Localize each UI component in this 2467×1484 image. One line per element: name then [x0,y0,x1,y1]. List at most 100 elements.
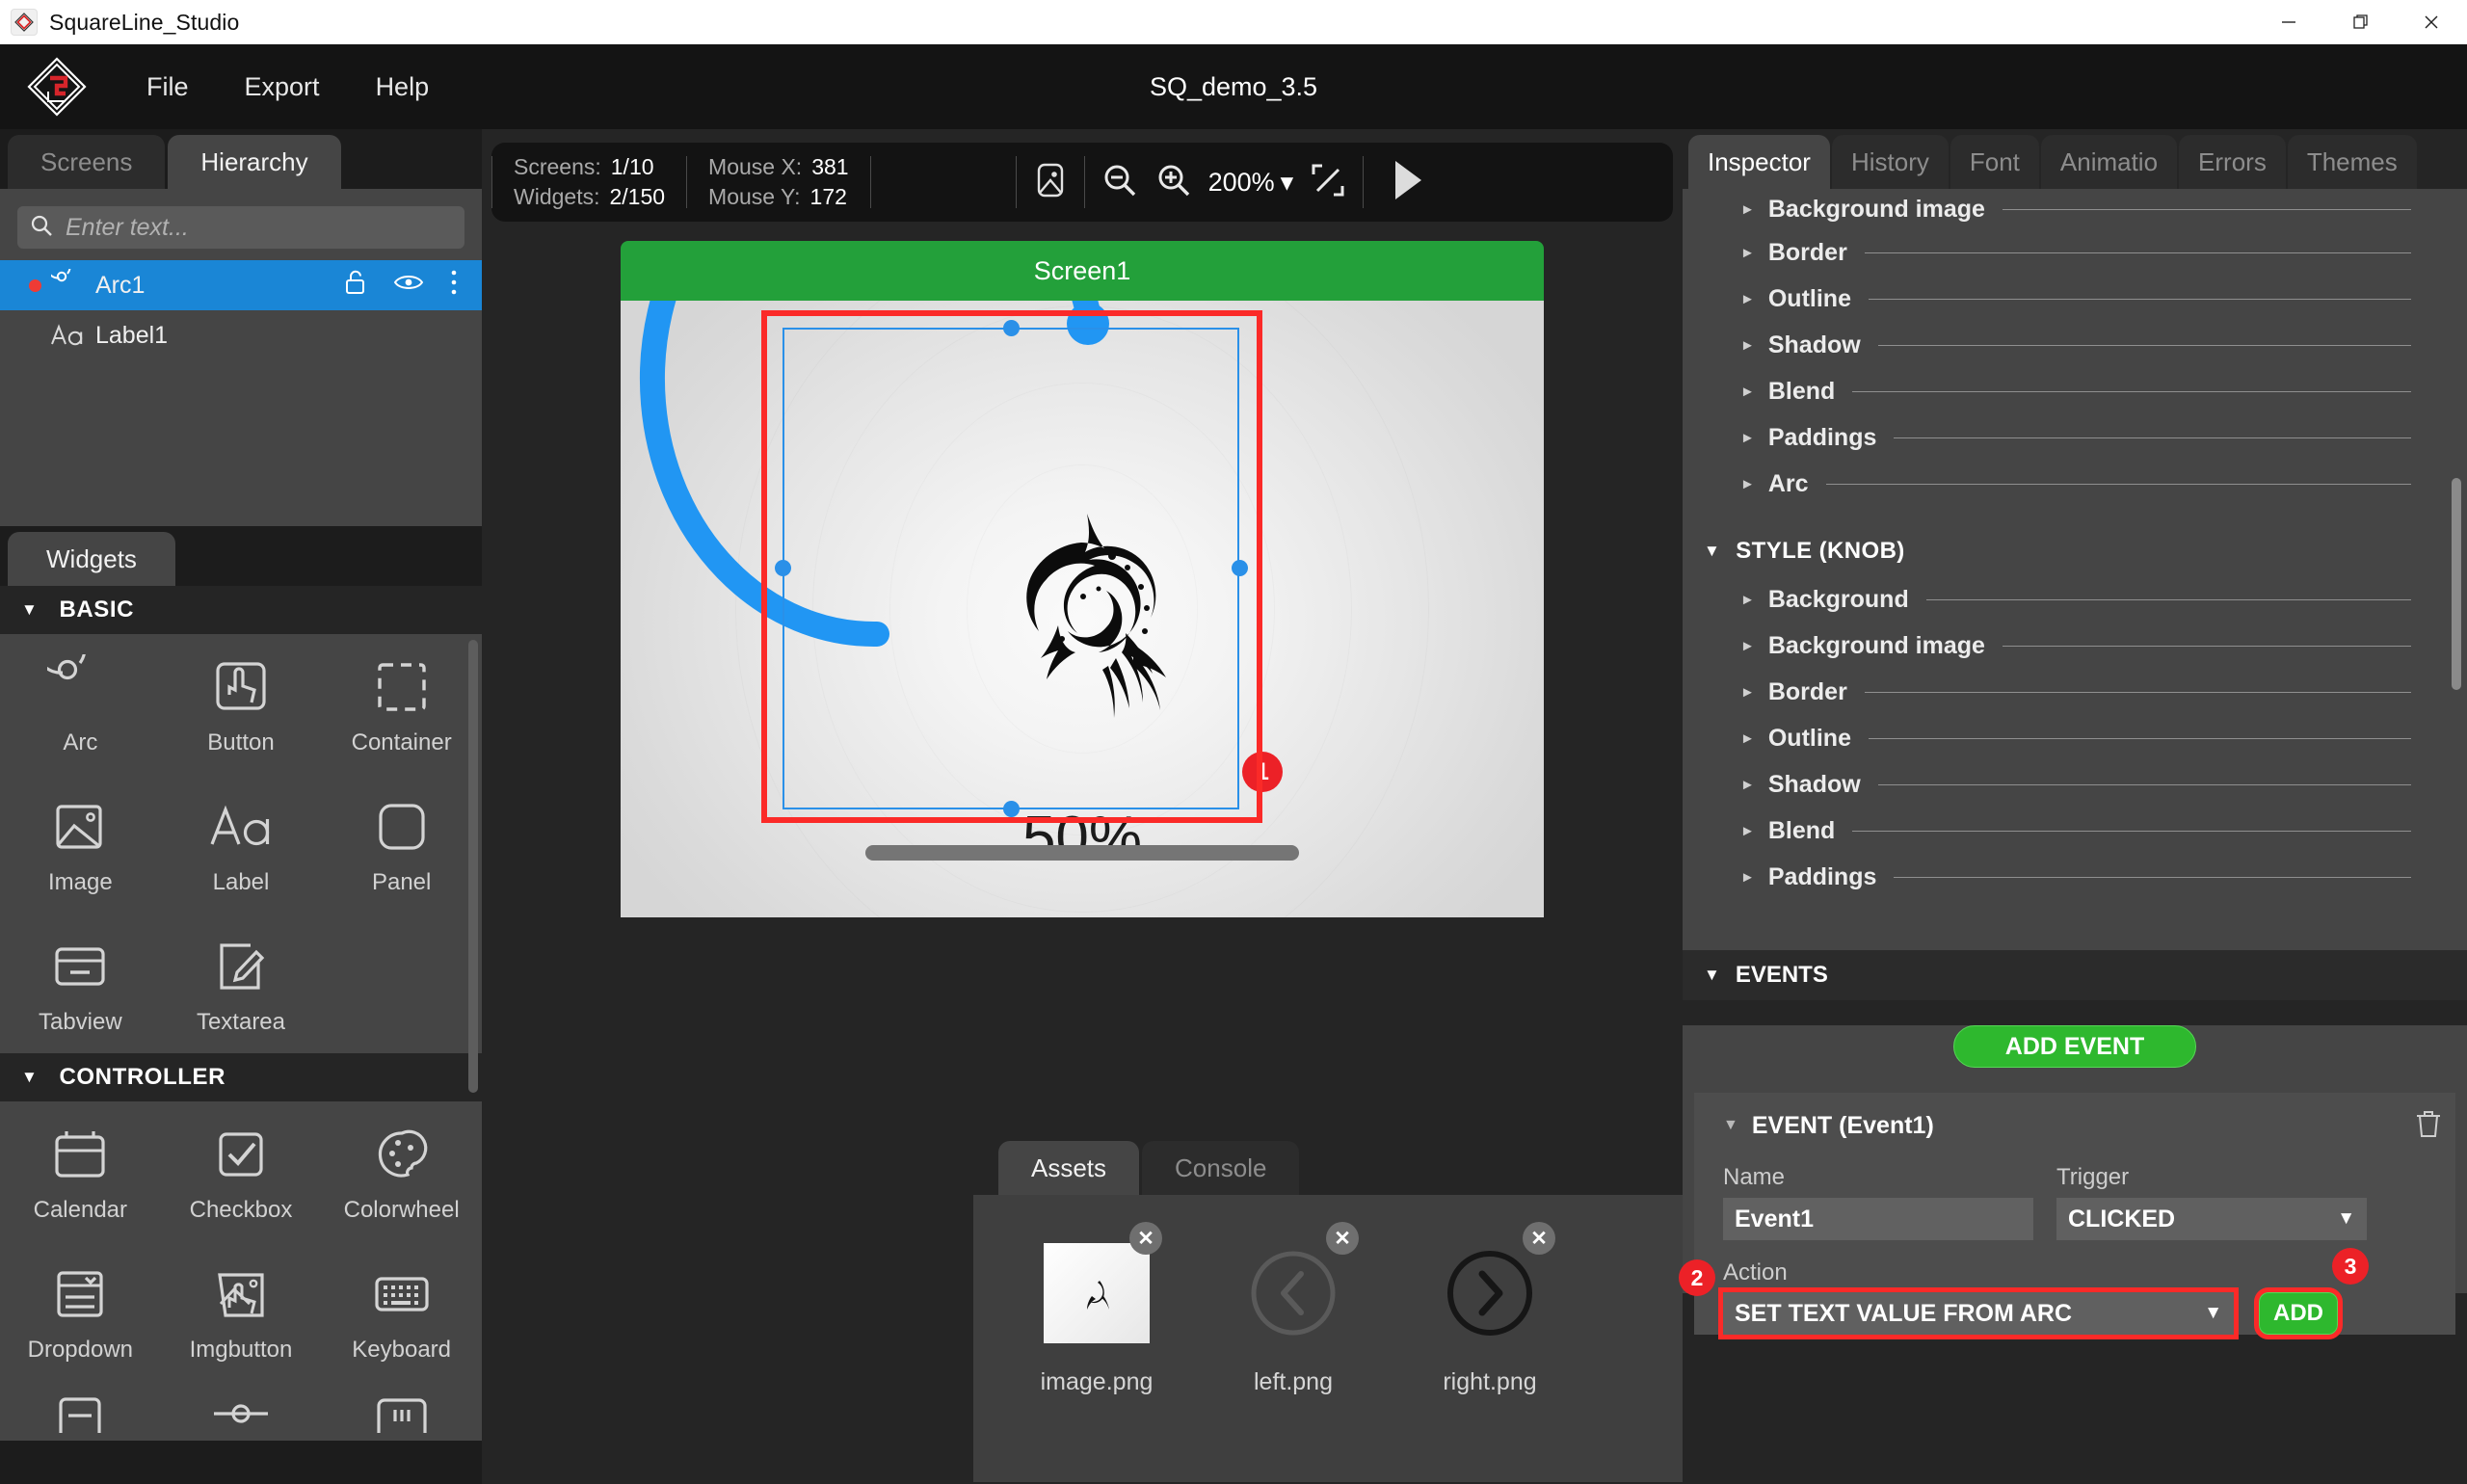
tab-errors[interactable]: Errors [2179,135,2286,189]
knob-property-outline[interactable]: ► Outline [1683,715,2467,761]
widget-button[interactable]: Button [161,634,322,774]
event-card-title: EVENT (Event1) [1751,1111,1934,1139]
chevron-right-icon: ► [1740,822,1755,839]
chevron-right-icon: ► [1740,637,1755,654]
widgets-scrollbar[interactable] [468,640,478,1093]
label-aa-icon [49,323,86,348]
tab-history[interactable]: History [1831,135,1949,189]
widget-imgbutton[interactable]: Imgbutton [161,1241,322,1381]
fit-to-screen-icon[interactable] [1309,161,1347,204]
knob-property-paddings[interactable]: ► Paddings [1683,854,2467,900]
widgets-section-controller[interactable]: ▼ CONTROLLER [0,1053,482,1101]
widgets-tabstrip: Widgets [0,526,482,586]
tree-item-actions [343,269,459,303]
add-event-button[interactable]: ADD EVENT [1953,1025,2196,1068]
tab-screens[interactable]: Screens [8,135,166,189]
tab-animation[interactable]: Animatio [2040,135,2178,189]
knob-property-shadow[interactable]: ► Shadow [1683,761,2467,808]
asset-item[interactable]: ✕ image.png [1016,1218,1178,1396]
tabview-widget-icon [47,931,113,1002]
image-preview-icon[interactable] [1032,160,1069,205]
search-input[interactable]: Enter text... [17,206,464,249]
restore-button[interactable] [2324,0,2396,44]
eye-icon[interactable] [393,272,424,300]
more-vertical-icon[interactable] [449,269,459,303]
tab-themes[interactable]: Themes [2287,135,2417,189]
tab-widgets[interactable]: Widgets [8,532,175,586]
tree-item-arc1[interactable]: Arc1 [0,260,482,310]
close-icon[interactable]: ✕ [1326,1222,1359,1255]
property-blend[interactable]: ► Blend [1683,368,2467,414]
hierarchy-tabstrip: Screens Hierarchy [0,129,482,189]
zoom-out-icon[interactable] [1101,161,1139,204]
chevron-right-icon: ► [1740,591,1755,608]
asset-item[interactable]: ✕ left.png [1212,1218,1374,1396]
section-style-knob[interactable]: ▼ STYLE (KNOB) [1683,526,2467,576]
knob-property-blend[interactable]: ► Blend [1683,808,2467,854]
widget-colorwheel[interactable]: Colorwheel [321,1101,482,1241]
event-action-select[interactable]: SET TEXT VALUE FROM ARC ▼ [1718,1287,2239,1339]
knob-property-background-image[interactable]: ► Background image [1683,623,2467,669]
widget-panel[interactable]: Panel [321,774,482,914]
event-trigger-select[interactable]: CLICKED ▼ [2056,1198,2367,1240]
tab-hierarchy[interactable]: Hierarchy [168,135,341,189]
tab-font[interactable]: Font [1950,135,2039,189]
unlock-icon[interactable] [343,269,368,303]
right-panel: Inspector History Font Animatio Errors T… [1679,129,2467,1484]
play-icon[interactable] [1364,155,1446,210]
mouse-x-value: 381 [811,154,849,179]
add-action-button[interactable]: ADD [2254,1287,2343,1339]
widget-keyboard[interactable]: Keyboard [321,1241,482,1381]
widget-dropdown[interactable]: Dropdown [0,1241,161,1381]
property-outline[interactable]: ► Outline [1683,276,2467,322]
close-icon[interactable]: ✕ [1129,1222,1162,1255]
widget-image[interactable]: Image [0,774,161,914]
zoom-level-selector[interactable]: 200% ▾ [1208,168,1294,198]
property-paddings[interactable]: ► Paddings [1683,414,2467,461]
chevron-down-icon: ▼ [1723,1117,1738,1133]
event-card-header[interactable]: ▼ EVENT (Event1) [1694,1104,2455,1147]
property-shadow[interactable]: ► Shadow [1683,322,2467,368]
knob-property-background[interactable]: ► Background [1683,576,2467,623]
widget-arc[interactable]: Arc [0,634,161,774]
widget-calendar[interactable]: Calendar [0,1101,161,1241]
widget-label[interactable]: Label [161,774,322,914]
section-events[interactable]: ▼ EVENTS [1683,950,2467,1000]
widget-label: Calendar [33,1197,128,1223]
property-border[interactable]: ► Border [1683,229,2467,276]
close-button[interactable] [2396,0,2467,44]
widget-textarea[interactable]: Textarea [161,914,322,1053]
widget-tabview[interactable]: Tabview [0,914,161,1053]
close-icon[interactable]: ✕ [1523,1222,1555,1255]
zoom-in-icon[interactable] [1154,161,1193,204]
property-label: Blend [1767,816,1836,844]
chevron-right-icon: ► [1740,729,1755,747]
trash-icon[interactable] [2415,1108,2442,1144]
inspector-scrollbar[interactable] [2452,478,2461,690]
tab-console[interactable]: Console [1142,1141,1300,1195]
tab-assets[interactable]: Assets [998,1141,1140,1195]
widget-label: Label [212,869,270,895]
canvas-horizontal-scrollbar[interactable] [865,845,1299,861]
event-name-input[interactable]: Event1 [1723,1198,2033,1240]
action-value: SET TEXT VALUE FROM ARC [1735,1299,2072,1327]
property-rule [1925,598,2411,600]
step-badge-2: 2 [1679,1259,1715,1296]
property-background-image[interactable]: ► Background image [1683,189,2467,229]
tab-inspector[interactable]: Inspector [1688,135,1830,189]
widget-checkbox[interactable]: Checkbox [161,1101,322,1241]
field-label: Name [1723,1164,1786,1190]
widget-slider[interactable] [161,1381,322,1441]
tree-item-label1[interactable]: Label1 [0,310,482,360]
property-arc[interactable]: ► Arc [1683,461,2467,507]
knob-property-border[interactable]: ► Border [1683,669,2467,715]
widgets-section-basic[interactable]: ▼ BASIC [0,586,482,634]
widget-roller[interactable] [0,1381,161,1441]
section-title: STYLE (KNOB) [1736,538,1905,564]
widget-container[interactable]: Container [321,634,482,774]
minimize-button[interactable] [2253,0,2324,44]
widget-spinbox[interactable] [321,1381,482,1441]
canvas-toolbar: Screens: 1/10 Widgets: 2/150 Mouse X: 38… [491,143,1673,222]
chevron-right-icon: ► [1740,200,1755,218]
asset-item[interactable]: ✕ right.png [1409,1218,1571,1396]
